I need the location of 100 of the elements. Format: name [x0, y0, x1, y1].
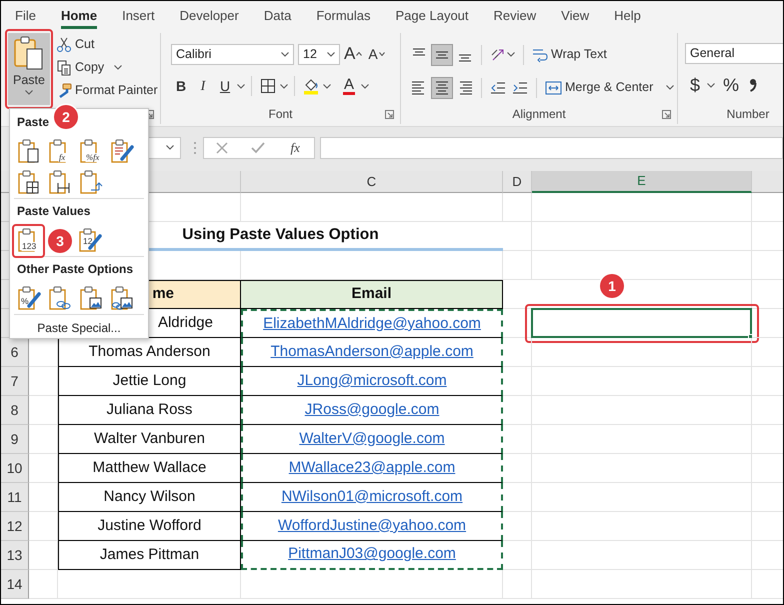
clipboard-arrow-icon[interactable]: [79, 169, 103, 195]
row-number[interactable]: 13: [1, 541, 29, 570]
caret-icon: [666, 85, 674, 90]
sheet-cell[interactable]: [29, 512, 58, 541]
wrap-text-button[interactable]: Wrap Text: [530, 43, 609, 66]
row-number[interactable]: 9: [1, 425, 29, 454]
sheet-cell[interactable]: [29, 396, 58, 425]
column-header[interactable]: C: [241, 171, 503, 193]
sheet-cell[interactable]: [532, 338, 752, 367]
cut-button[interactable]: Cut: [54, 33, 160, 56]
clipboard-brush-icon[interactable]: [110, 138, 134, 164]
currency-button[interactable]: $: [685, 74, 705, 96]
sheet-cell[interactable]: [532, 396, 752, 425]
sheet-cell[interactable]: [532, 541, 752, 570]
dialog-launcher-icon[interactable]: [662, 110, 671, 119]
menu-heading: Paste: [16, 114, 50, 130]
sheet-cell[interactable]: [503, 251, 532, 280]
row-number[interactable]: 10: [1, 454, 29, 483]
caret-icon[interactable]: [237, 84, 245, 88]
sheet-cell[interactable]: [532, 512, 752, 541]
sheet-cell[interactable]: [503, 222, 532, 251]
sheet-cell[interactable]: [503, 541, 532, 570]
row-number[interactable]: 11: [1, 483, 29, 512]
ribbon-tab[interactable]: Insert: [122, 1, 155, 29]
dialog-launcher-icon[interactable]: [385, 110, 394, 119]
sheet-cell[interactable]: [241, 193, 503, 222]
percent-button[interactable]: %: [721, 74, 742, 96]
clipboard-width-icon[interactable]: [48, 169, 72, 195]
sheet-cell[interactable]: [532, 222, 752, 251]
font-name-field[interactable]: Calibri: [171, 44, 294, 64]
number-format-field[interactable]: General: [685, 43, 783, 64]
column-header[interactable]: [752, 171, 783, 193]
sheet-cell[interactable]: [503, 338, 532, 367]
caret-icon[interactable]: [323, 84, 331, 88]
column-header[interactable]: E: [532, 171, 752, 193]
column-heading: Email: [241, 280, 503, 309]
row-number[interactable]: 8: [1, 396, 29, 425]
caret-icon[interactable]: [280, 84, 288, 88]
sheet-cell[interactable]: [532, 483, 752, 512]
sheet-cell[interactable]: [503, 193, 532, 222]
clipboard-link-icon[interactable]: [48, 285, 72, 311]
sheet-cell[interactable]: [503, 367, 532, 396]
sheet-cell[interactable]: [58, 570, 241, 599]
sheet-cell[interactable]: [29, 570, 58, 599]
clipboard-link-image-icon[interactable]: [110, 285, 134, 311]
clipboard-page-icon[interactable]: [17, 138, 41, 164]
insert-function-button[interactable]: fx: [288, 138, 303, 158]
sheet-cell[interactable]: [241, 570, 503, 599]
paste-button[interactable]: Paste: [8, 33, 50, 105]
ribbon-tab[interactable]: Developer: [180, 1, 239, 29]
check-icon[interactable]: [251, 140, 266, 154]
caret-icon[interactable]: [361, 84, 369, 88]
ribbon-tab[interactable]: Help: [614, 1, 641, 29]
sheet-cell[interactable]: [29, 454, 58, 483]
row-number[interactable]: 12: [1, 512, 29, 541]
sheet-cell[interactable]: [503, 570, 532, 599]
sheet-cell[interactable]: [29, 541, 58, 570]
align-middle-icon[interactable]: [431, 44, 453, 66]
row-number[interactable]: 6: [1, 338, 29, 367]
sheet-cell[interactable]: [503, 483, 532, 512]
format-painter-button[interactable]: Format Painter: [54, 79, 160, 102]
copy-button[interactable]: Copy: [54, 56, 160, 79]
sheet-cell[interactable]: [503, 512, 532, 541]
caret-icon[interactable]: [707, 82, 715, 88]
caret-icon: [378, 52, 385, 56]
close-icon[interactable]: [215, 140, 230, 154]
ribbon-tab[interactable]: Page Layout: [396, 1, 469, 29]
clipboard-image-icon[interactable]: [79, 285, 103, 311]
table-cell: Walter Vanburen: [58, 425, 241, 454]
italic-button[interactable]: I: [193, 75, 213, 97]
font-color-button[interactable]: A: [339, 75, 359, 97]
ribbon-tab[interactable]: Formulas: [316, 1, 371, 29]
ribbon-tab[interactable]: File: [15, 1, 36, 29]
sheet-cell[interactable]: [29, 367, 58, 396]
sheet-cell[interactable]: [503, 425, 532, 454]
ribbon-tab[interactable]: Review: [494, 1, 536, 29]
sheet-cell[interactable]: [532, 425, 752, 454]
column-header[interactable]: D: [503, 171, 532, 193]
shrink-font-button[interactable]: A: [366, 43, 387, 65]
row-number[interactable]: 7: [1, 367, 29, 396]
sheet-cell[interactable]: [503, 454, 532, 483]
bold-button[interactable]: B: [171, 75, 191, 97]
sheet-cell[interactable]: [532, 570, 752, 599]
grow-font-button[interactable]: A: [342, 43, 364, 65]
formula-input[interactable]: [320, 136, 783, 158]
sheet-cell[interactable]: [29, 483, 58, 512]
sheet-cell[interactable]: [503, 396, 532, 425]
row-number[interactable]: 14: [1, 570, 29, 599]
selected-cell[interactable]: [531, 308, 752, 338]
sheet-cell[interactable]: [29, 425, 58, 454]
align-center-icon[interactable]: [431, 76, 453, 98]
ribbon-tab[interactable]: Data: [264, 1, 292, 29]
ribbon-tab[interactable]: View: [561, 1, 590, 29]
sheet-cell[interactable]: [532, 193, 752, 222]
clipboard-grid-icon[interactable]: [17, 169, 41, 195]
sheet-cell[interactable]: [532, 454, 752, 483]
font-size-field[interactable]: 12: [298, 44, 340, 64]
underline-button[interactable]: U: [215, 75, 235, 97]
sheet-cell[interactable]: [532, 367, 752, 396]
merge-center-button[interactable]: Merge & Center: [543, 76, 676, 99]
